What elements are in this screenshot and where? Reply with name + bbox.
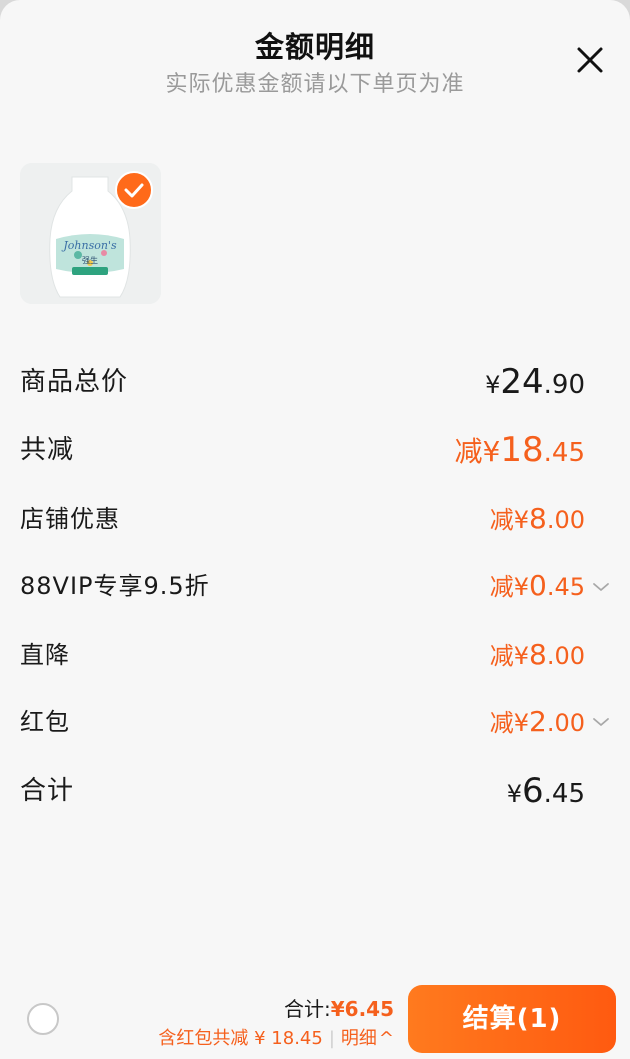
subtotal-integer: 24 (500, 362, 544, 402)
discount-amount: 减¥0.45 (490, 561, 585, 615)
discount-label: 红包 (20, 708, 70, 736)
bottom-total-value: ¥6.45 (330, 997, 394, 1021)
sheet-title: 金额明细 (254, 30, 375, 64)
sheet-subtitle: 实际优惠金额请以下单页为准 (165, 72, 465, 97)
total-currency: ¥ (506, 780, 522, 808)
total-label: 合计 (20, 776, 75, 806)
discount-prefix: 减¥ (489, 642, 529, 670)
discount-decimal: .45 (546, 573, 585, 601)
chevron-up-icon: ^ (378, 1028, 394, 1049)
discount-prefix: 减¥ (489, 506, 529, 534)
discount-amount: 减¥8.00 (490, 630, 585, 684)
subtotal-label: 商品总价 (20, 367, 129, 397)
discount-decimal: .00 (546, 506, 585, 534)
subtotal-decimal: .90 (543, 370, 585, 400)
total-discount-prefix: 减¥ (454, 435, 501, 468)
savings-text: 含红包共减 ¥ 18.45 (158, 1028, 323, 1049)
total-amount: ¥6.45 (507, 766, 585, 822)
discount-integer: 2 (529, 705, 547, 738)
subtotal-currency: ¥ (485, 371, 501, 399)
check-icon[interactable] (115, 171, 153, 209)
close-icon[interactable] (570, 40, 610, 80)
total-integer: 6 (522, 771, 544, 811)
select-all-radio[interactable] (27, 1003, 59, 1035)
total-decimal: .45 (543, 779, 585, 809)
detail-toggle[interactable]: 明细 ^ (341, 1028, 394, 1049)
bottom-total: 合计:¥6.45 (284, 992, 394, 1028)
discount-prefix: 减¥ (489, 573, 529, 601)
total-discount-amount: 减¥18.45 (455, 425, 585, 481)
discount-integer: 0 (529, 569, 547, 602)
discount-label: 88VIP专享9.5折 (20, 572, 210, 600)
chevron-down-icon[interactable] (592, 578, 610, 591)
separator: | (328, 1028, 335, 1049)
total-row: 合计 ¥6.45 (20, 766, 590, 816)
sheet-header: 金额明细 实际优惠金额请以下单页为准 (0, 0, 630, 110)
discount-decimal: .00 (546, 642, 585, 670)
discount-decimal: .00 (546, 709, 585, 737)
chevron-down-icon[interactable] (592, 713, 610, 726)
discount-prefix: 减¥ (489, 709, 529, 737)
total-discount-row: 共减 减¥18.45 (20, 425, 590, 475)
detail-label: 明细 (340, 1028, 377, 1049)
product-brand-text: Johnson's (61, 239, 117, 252)
discount-label: 店铺优惠 (20, 505, 120, 533)
discount-integer: 8 (529, 502, 547, 535)
total-discount-label: 共减 (20, 435, 75, 465)
discount-integer: 8 (529, 638, 547, 671)
discount-row-direct: 直降 减¥8.00 (20, 630, 590, 680)
discount-amount: 减¥8.00 (490, 494, 585, 548)
discount-label: 直降 (20, 641, 70, 669)
checkout-button[interactable]: 结算(1) (408, 985, 616, 1053)
amount-detail-sheet: 金额明细 实际优惠金额请以下单页为准 Johnson's 强生 商品总价 ¥24 (0, 0, 630, 1059)
subtotal-amount: ¥24.90 (485, 357, 585, 413)
total-discount-integer: 18 (500, 430, 544, 470)
discount-row-store: 店铺优惠 减¥8.00 (20, 494, 590, 544)
bottom-savings-line: 含红包共减 ¥ 18.45 | 明细 ^ (158, 1026, 394, 1052)
discount-row-88vip[interactable]: 88VIP专享9.5折 减¥0.45 (20, 561, 590, 611)
total-discount-decimal: .45 (543, 438, 585, 468)
product-brand-text-cn: 强生 (82, 255, 98, 265)
bottom-total-label: 合计: (283, 997, 331, 1021)
discount-amount: 减¥2.00 (490, 697, 585, 751)
subtotal-row: 商品总价 ¥24.90 (20, 357, 590, 407)
discount-row-red-packet[interactable]: 红包 减¥2.00 (20, 697, 590, 747)
